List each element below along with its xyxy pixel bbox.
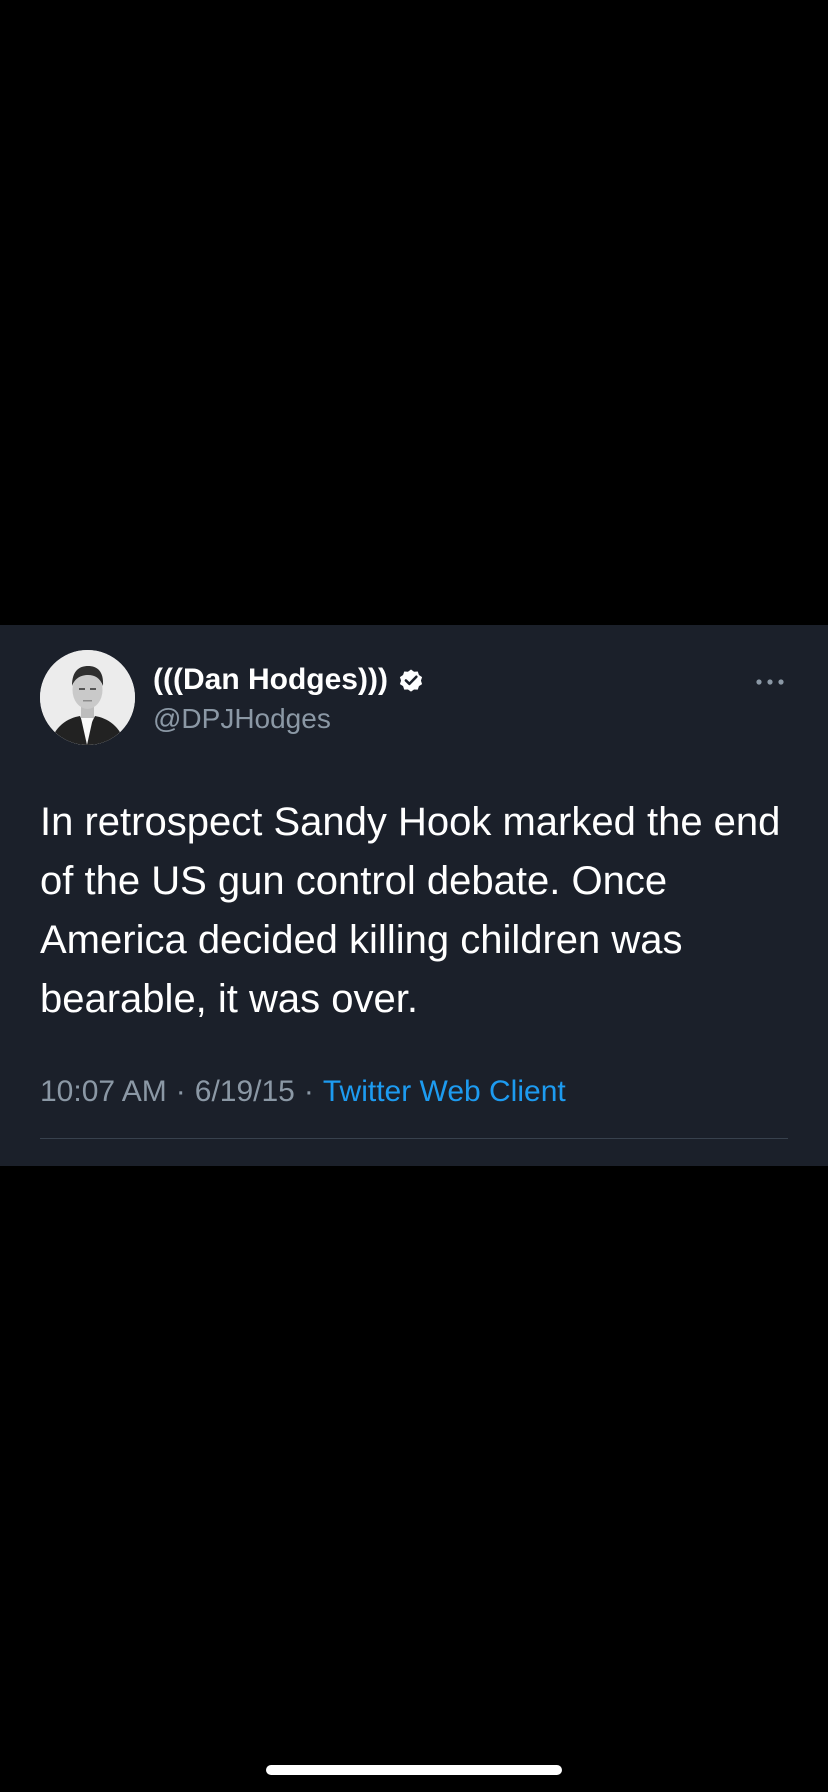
author-name-row[interactable]: (((Dan Hodges))) xyxy=(153,659,425,701)
tweet-metadata: 10:07 AM · 6/19/15 · Twitter Web Client xyxy=(40,1071,566,1113)
tweet-text: In retrospect Sandy Hook marked the end … xyxy=(40,800,792,1021)
avatar[interactable] xyxy=(40,650,135,745)
separator-dot: · xyxy=(303,1075,314,1108)
display-name[interactable]: (((Dan Hodges))) xyxy=(153,663,388,697)
verified-badge-icon xyxy=(397,666,425,694)
home-indicator[interactable] xyxy=(266,1765,562,1775)
more-horizontal-icon xyxy=(756,679,784,685)
more-options-button[interactable] xyxy=(750,667,790,697)
tweet-card[interactable]: (((Dan Hodges))) @DPJHodges In retrospec… xyxy=(0,625,828,1166)
tweet-date[interactable]: 6/19/15 xyxy=(195,1075,295,1109)
divider xyxy=(40,1138,788,1139)
separator-dot: · xyxy=(175,1075,186,1108)
tweet-time[interactable]: 10:07 AM xyxy=(40,1075,167,1109)
profile-photo-icon xyxy=(40,650,135,745)
tweet-source-link[interactable]: Twitter Web Client xyxy=(323,1075,566,1109)
author-handle[interactable]: @DPJHodges xyxy=(153,703,331,735)
